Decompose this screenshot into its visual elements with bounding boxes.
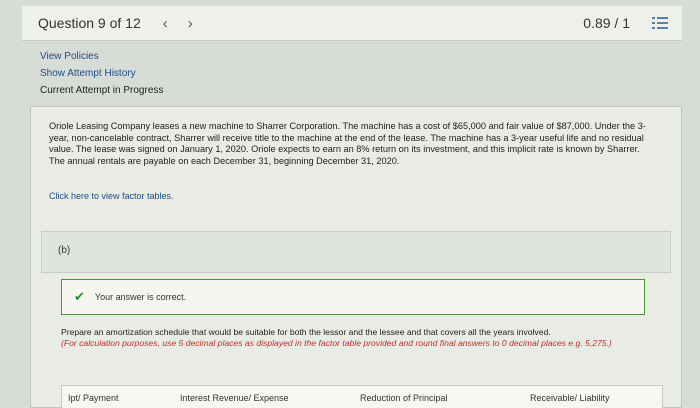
next-question-button[interactable]: › — [188, 15, 193, 32]
correct-answer-banner: ✔ Your answer is correct. — [61, 279, 645, 315]
score-display: 0.89 / 1 — [583, 15, 630, 31]
column-header-balance: Receivable/ Liability — [530, 393, 610, 403]
checkmark-icon: ✔ — [74, 289, 85, 304]
list-icon[interactable] — [652, 16, 668, 30]
current-attempt-label: Current Attempt in Progress — [40, 85, 164, 96]
instructions-main: Prepare an amortization schedule that wo… — [61, 327, 551, 337]
question-header: Question 9 of 12 ‹ › 0.89 / 1 — [22, 6, 682, 41]
column-header-payment: Ipt/ Payment — [68, 393, 119, 403]
part-b-header: (b) — [41, 231, 671, 273]
question-counter: Question 9 of 12 — [38, 15, 141, 31]
amortization-table-header: Ipt/ Payment Interest Revenue/ Expense R… — [61, 385, 663, 408]
column-header-interest: Interest Revenue/ Expense — [180, 393, 289, 403]
instructions-note: (For calculation purposes, use 5 decimal… — [61, 338, 612, 348]
instructions: Prepare an amortization schedule that wo… — [61, 327, 661, 349]
question-panel: Oriole Leasing Company leases a new mach… — [30, 106, 682, 408]
feedback-text: Your answer is correct. — [94, 292, 187, 302]
attempt-links: View Policies Show Attempt History Curre… — [40, 48, 163, 99]
problem-statement: Oriole Leasing Company leases a new mach… — [49, 121, 646, 166]
previous-question-button[interactable]: ‹ — [163, 15, 168, 32]
factor-tables-link[interactable]: Click here to view factor tables. — [49, 191, 174, 201]
show-attempt-history-link[interactable]: Show Attempt History — [40, 65, 163, 82]
view-policies-link[interactable]: View Policies — [40, 48, 163, 65]
part-label: (b) — [58, 245, 71, 256]
column-header-principal: Reduction of Principal — [360, 393, 448, 403]
